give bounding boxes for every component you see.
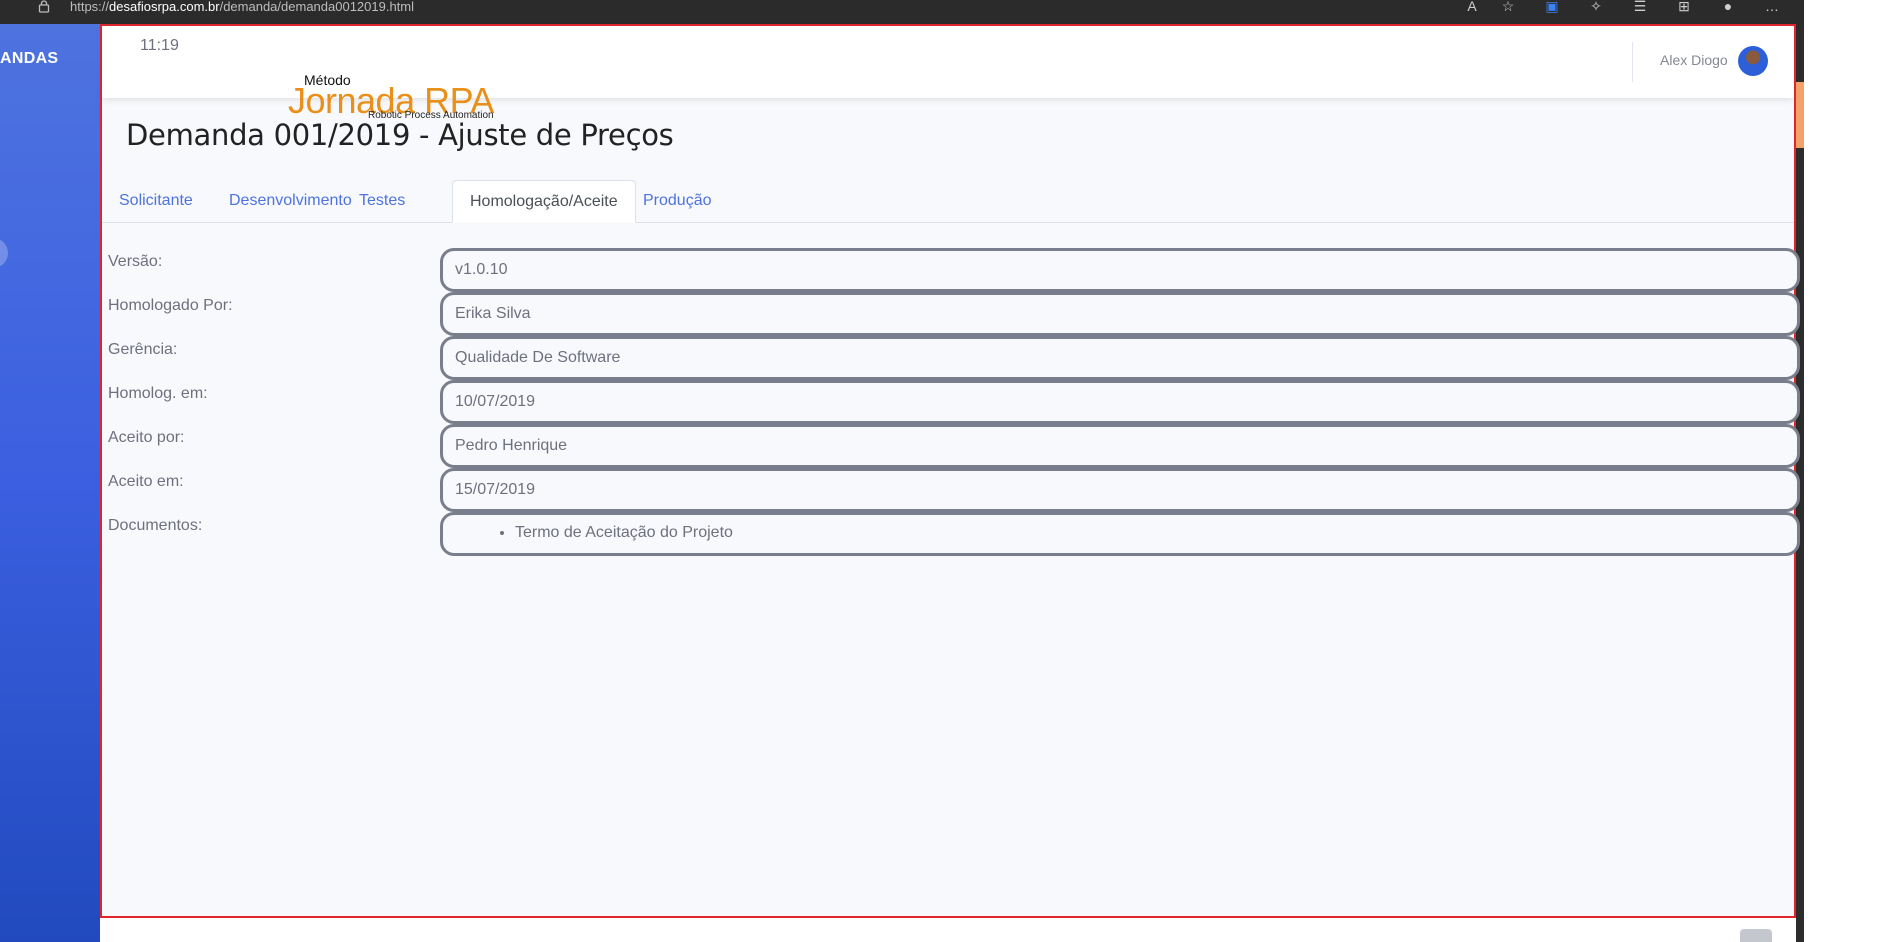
topbar-divider [1632,42,1633,82]
favorites-bar-icon[interactable]: ☰ [1630,0,1650,16]
collections-icon[interactable]: ⊞ [1674,0,1694,16]
profile-icon[interactable]: ● [1718,0,1738,16]
aceito-em-label: Aceito em: [108,473,184,490]
more-icon[interactable]: … [1762,0,1782,16]
logo: Método Jornada RPA Robotic Process Autom… [288,72,498,121]
homologado-por-field[interactable] [440,292,1800,336]
form-row-homolog-em: Homolog. em: [102,380,1800,424]
documentos-field: Termo de Aceitação do Projeto [440,512,1800,556]
lock-icon [38,0,50,13]
url-path: /demanda/demanda0012019.html [219,0,415,14]
homolog-em-field[interactable] [440,380,1800,424]
sidebar-toggle-button[interactable] [0,238,8,268]
window-background [1804,0,1896,942]
tab-testes[interactable]: Testes [342,180,422,222]
documentos-label: Documentos: [108,517,203,534]
topbar: 11:19 Método Jornada RPA Robotic Process… [102,26,1794,121]
user-name[interactable]: Alex Diogo [1660,52,1728,68]
browser-address-bar: https://desafiosrpa.com.br/demanda/deman… [0,0,1804,24]
url-scheme: https:// [70,0,110,14]
form-row-documentos: Documentos: Termo de Aceitação do Projet… [102,512,1800,556]
tab-bar: Solicitante Desenvolvimento Testes Homol… [102,180,1794,223]
tab-producao[interactable]: Produção [626,180,729,222]
extension-icon[interactable]: ▣ [1542,0,1562,16]
aceito-por-field[interactable] [440,424,1800,468]
sidebar: ANDAS [0,24,100,942]
clock: 11:19 [140,37,179,54]
versao-field[interactable] [440,248,1800,292]
form-row-aceito-em: Aceito em: [102,468,1800,512]
footer-bar [100,918,1796,942]
gerencia-field[interactable] [440,336,1800,380]
avatar[interactable] [1738,46,1768,76]
gerencia-label: Gerência: [108,341,178,358]
url-field[interactable]: https://desafiosrpa.com.br/demanda/deman… [70,0,414,14]
homolog-em-label: Homolog. em: [108,385,208,402]
aceito-em-field[interactable] [440,468,1800,512]
main-content: 11:19 Método Jornada RPA Robotic Process… [100,24,1800,918]
form-row-homologado-por: Homologado Por: [102,292,1800,336]
scroll-to-top-button[interactable] [1740,929,1772,942]
aceito-por-label: Aceito por: [108,429,185,446]
tab-homologacao-aceite[interactable]: Homologação/Aceite [452,180,636,223]
versao-label: Versão: [108,253,163,270]
documents-list: Termo de Aceitação do Projeto [455,524,1797,542]
url-host: desafiosrpa.com.br [109,0,220,14]
page-title: Demanda 001/2019 - Ajuste de Preços [126,118,674,152]
homologado-por-label: Homologado Por: [108,297,233,314]
sidebar-brand[interactable]: ANDAS [0,50,58,68]
read-aloud-icon[interactable]: A [1462,0,1482,16]
favorite-icon[interactable]: ☆ [1498,0,1518,16]
scrollbar-thumb[interactable] [1796,82,1804,148]
form-row-aceito-por: Aceito por: [102,424,1800,468]
tab-solicitante[interactable]: Solicitante [102,180,210,222]
document-item[interactable]: Termo de Aceitação do Projeto [515,524,1797,542]
form-row-versao: Versão: [102,248,1800,292]
form-row-gerencia: Gerência: [102,336,1800,380]
puzzle-icon[interactable]: ✧ [1586,0,1606,16]
